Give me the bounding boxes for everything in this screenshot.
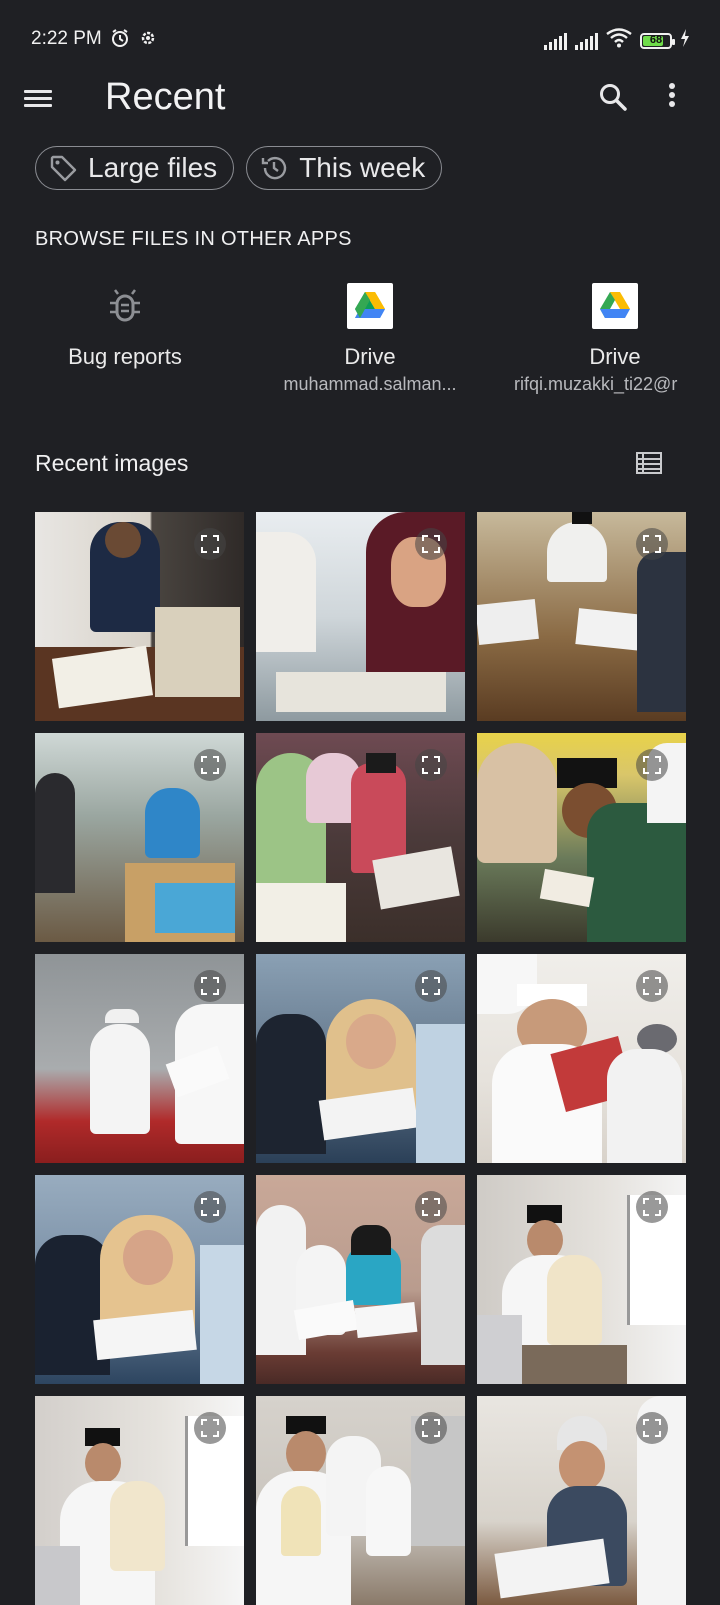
image-thumbnail[interactable] bbox=[477, 954, 686, 1163]
image-thumbnail[interactable] bbox=[35, 1175, 244, 1384]
app-drive[interactable]: Drive muhammad.salman... bbox=[265, 280, 475, 395]
tag-icon bbox=[48, 153, 78, 183]
filter-chips: Large files This week bbox=[35, 146, 443, 190]
image-thumbnail[interactable] bbox=[256, 733, 465, 942]
status-bar: 2:22 PM 68 bbox=[0, 0, 720, 80]
expand-icon bbox=[415, 749, 447, 781]
expand-icon bbox=[194, 749, 226, 781]
image-thumbnail[interactable] bbox=[256, 1175, 465, 1384]
image-thumbnail[interactable] bbox=[256, 512, 465, 721]
history-icon bbox=[259, 153, 289, 183]
app-bug-reports[interactable]: Bug reports bbox=[20, 280, 230, 374]
list-view-icon[interactable] bbox=[636, 451, 662, 475]
image-thumbnail[interactable] bbox=[477, 512, 686, 721]
image-thumbnail[interactable] bbox=[35, 512, 244, 721]
chip-this-week[interactable]: This week bbox=[246, 146, 443, 190]
expand-icon bbox=[194, 1412, 226, 1444]
image-thumbnail[interactable] bbox=[477, 733, 686, 942]
image-thumbnail[interactable] bbox=[477, 1396, 686, 1605]
image-thumbnail[interactable] bbox=[35, 1396, 244, 1605]
image-thumbnail[interactable] bbox=[35, 954, 244, 1163]
wifi-icon bbox=[606, 28, 632, 53]
recent-images-heading: Recent images bbox=[35, 450, 189, 476]
expand-icon bbox=[415, 528, 447, 560]
expand-icon bbox=[415, 1191, 447, 1223]
image-thumbnail[interactable] bbox=[477, 1175, 686, 1384]
alarm-icon bbox=[110, 28, 130, 53]
signal-icon bbox=[575, 32, 598, 50]
expand-icon bbox=[194, 1191, 226, 1223]
more-options-icon[interactable] bbox=[664, 80, 680, 116]
chip-label: Large files bbox=[88, 152, 218, 183]
browse-apps: Bug reports Drive muhammad.salman... Dri… bbox=[0, 280, 720, 410]
app-label: Bug reports bbox=[68, 344, 182, 369]
expand-icon bbox=[636, 528, 668, 560]
page-title: Recent bbox=[105, 76, 226, 118]
signal-icon bbox=[544, 32, 567, 50]
drive-icon bbox=[591, 282, 639, 330]
image-thumbnail[interactable] bbox=[256, 1396, 465, 1605]
app-label: Drive bbox=[589, 344, 641, 369]
menu-icon[interactable] bbox=[24, 86, 56, 114]
settings-icon bbox=[138, 28, 158, 53]
expand-icon bbox=[636, 1191, 668, 1223]
search-icon[interactable] bbox=[598, 82, 630, 114]
app-drive[interactable]: Drive rifqi.muzakki_ti22@r bbox=[510, 280, 720, 395]
expand-icon bbox=[415, 1412, 447, 1444]
chip-large-files[interactable]: Large files bbox=[35, 146, 235, 190]
app-account: rifqi.muzakki_ti22@r bbox=[514, 374, 678, 394]
image-thumbnail[interactable] bbox=[35, 733, 244, 942]
status-time: 2:22 PM bbox=[31, 28, 102, 49]
battery-level: 68 bbox=[649, 33, 663, 46]
app-bar: Recent bbox=[0, 70, 720, 130]
app-label: Drive bbox=[344, 344, 396, 369]
charging-icon bbox=[680, 29, 690, 52]
drive-icon bbox=[346, 282, 394, 330]
expand-icon bbox=[194, 970, 226, 1002]
app-account: muhammad.salman... bbox=[283, 374, 457, 394]
expand-icon bbox=[636, 749, 668, 781]
expand-icon bbox=[194, 528, 226, 560]
expand-icon bbox=[636, 1412, 668, 1444]
expand-icon bbox=[415, 970, 447, 1002]
battery-icon: 68 bbox=[640, 32, 675, 49]
bug-icon bbox=[101, 282, 149, 330]
image-thumbnail[interactable] bbox=[256, 954, 465, 1163]
browse-heading: BROWSE FILES IN OTHER APPS bbox=[35, 228, 352, 250]
expand-icon bbox=[636, 970, 668, 1002]
chip-label: This week bbox=[299, 152, 426, 183]
recent-images-grid bbox=[35, 512, 686, 1605]
